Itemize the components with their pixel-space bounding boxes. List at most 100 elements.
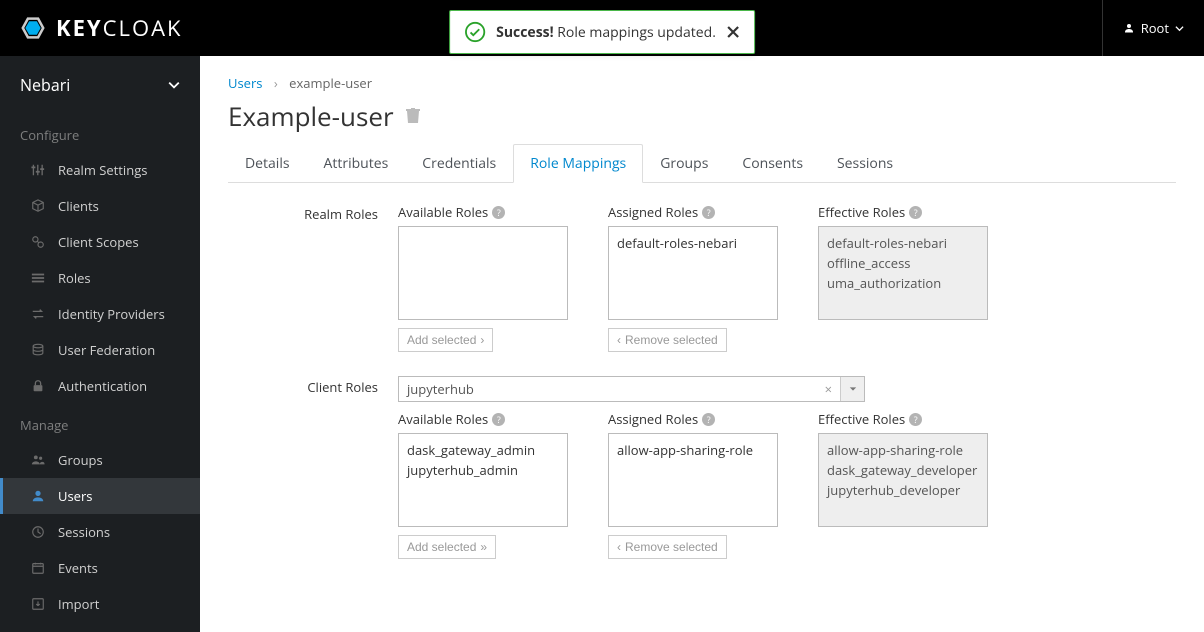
effective-roles-label: Effective Roles — [818, 203, 905, 221]
chevron-down-icon — [168, 79, 180, 91]
realm-selector[interactable]: Nebari — [0, 56, 200, 114]
database-icon — [30, 342, 46, 358]
main-content: Users › example-user Example-user Detail… — [200, 56, 1204, 632]
role-option[interactable]: jupyterhub_admin — [407, 460, 559, 480]
assigned-roles-label: Assigned Roles — [608, 203, 698, 221]
calendar-icon — [30, 560, 46, 576]
realm-available-roles-list[interactable] — [398, 226, 568, 320]
available-roles-label: Available Roles — [398, 203, 488, 221]
assigned-roles-label: Assigned Roles — [608, 410, 698, 428]
sidebar-item-users[interactable]: Users — [0, 478, 200, 514]
client-available-roles-list[interactable]: dask_gateway_adminjupyterhub_admin — [398, 433, 568, 527]
app-logo[interactable]: KEYCLOAK — [16, 11, 183, 45]
client-select-value: jupyterhub — [407, 380, 474, 398]
sidebar-item-clients[interactable]: Clients — [0, 188, 200, 224]
button-label: Remove selected — [625, 333, 718, 347]
sidebar-item-label: Identity Providers — [58, 305, 165, 323]
lock-icon — [30, 378, 46, 394]
realm-effective-roles-list: default-roles-nebarioffline_accessuma_au… — [818, 226, 988, 320]
client-select-clear-icon[interactable]: × — [825, 380, 832, 398]
help-icon[interactable]: ? — [702, 413, 715, 426]
import-icon — [30, 596, 46, 612]
chevron-left-icon: ‹ — [617, 333, 621, 347]
tab-sessions[interactable]: Sessions — [820, 144, 910, 183]
button-label: Remove selected — [625, 540, 718, 554]
tab-consents[interactable]: Consents — [725, 144, 820, 183]
brand-bold: KEY — [56, 13, 103, 43]
role-option[interactable]: allow-app-sharing-role — [617, 440, 769, 460]
sidebar: Nebari Configure Realm Settings Clients … — [0, 56, 200, 632]
sidebar-item-label: Groups — [58, 451, 103, 469]
help-icon[interactable]: ? — [492, 413, 505, 426]
help-icon[interactable]: ? — [909, 206, 922, 219]
success-check-icon — [464, 21, 486, 43]
help-icon[interactable]: ? — [702, 206, 715, 219]
delete-user-icon[interactable] — [406, 108, 420, 124]
toast-message: Role mappings updated. — [557, 23, 716, 42]
cube-icon — [30, 198, 46, 214]
page-title: Example-user — [228, 98, 1176, 134]
breadcrumb-separator: › — [274, 74, 278, 92]
remove-selected-realm-button[interactable]: ‹ Remove selected — [608, 328, 727, 352]
role-option: uma_authorization — [827, 273, 979, 293]
role-option[interactable]: default-roles-nebari — [617, 233, 769, 253]
toast-close-icon[interactable] — [726, 25, 740, 39]
scopes-icon — [30, 234, 46, 250]
role-option: offline_access — [827, 253, 979, 273]
toast-notification: Success! Role mappings updated. — [449, 10, 755, 54]
sidebar-header-manage: Manage — [0, 404, 200, 442]
client-select[interactable]: jupyterhub × — [398, 376, 865, 402]
tab-details[interactable]: Details — [228, 144, 307, 183]
chevron-down-icon — [1175, 24, 1184, 33]
sidebar-item-label: Events — [58, 559, 98, 577]
sidebar-item-export[interactable]: Export — [0, 622, 200, 632]
effective-roles-label: Effective Roles — [818, 410, 905, 428]
keycloak-icon — [16, 11, 50, 45]
user-menu-name: Root — [1141, 19, 1169, 37]
tab-attributes[interactable]: Attributes — [307, 144, 406, 183]
client-effective-roles-list: allow-app-sharing-roledask_gateway_devel… — [818, 433, 988, 527]
client-roles-label: Client Roles — [228, 376, 398, 559]
add-selected-client-button[interactable]: Add selected » — [398, 535, 496, 559]
realm-name: Nebari — [20, 74, 70, 96]
sidebar-item-label: Realm Settings — [58, 161, 147, 179]
sidebar-item-events[interactable]: Events — [0, 550, 200, 586]
sidebar-item-import[interactable]: Import — [0, 586, 200, 622]
sidebar-item-label: Import — [58, 595, 99, 613]
toast-title: Success! — [496, 23, 554, 42]
remove-selected-client-button[interactable]: ‹ Remove selected — [608, 535, 727, 559]
sidebar-item-client-scopes[interactable]: Client Scopes — [0, 224, 200, 260]
sidebar-item-label: Clients — [58, 197, 99, 215]
user-menu[interactable]: Root — [1102, 0, 1184, 56]
breadcrumb-root[interactable]: Users — [228, 74, 262, 92]
button-label: Add selected — [407, 333, 476, 347]
sidebar-item-identity-providers[interactable]: Identity Providers — [0, 296, 200, 332]
realm-assigned-roles-list[interactable]: default-roles-nebari — [608, 226, 778, 320]
sidebar-item-sessions[interactable]: Sessions — [0, 514, 200, 550]
sidebar-item-groups[interactable]: Groups — [0, 442, 200, 478]
sidebar-item-label: Roles — [58, 269, 91, 287]
role-option[interactable]: dask_gateway_admin — [407, 440, 559, 460]
add-selected-realm-button[interactable]: Add selected › — [398, 328, 493, 352]
breadcrumb: Users › example-user — [228, 74, 1176, 92]
client-assigned-roles-list[interactable]: allow-app-sharing-role — [608, 433, 778, 527]
users-icon — [30, 452, 46, 468]
sidebar-item-user-federation[interactable]: User Federation — [0, 332, 200, 368]
help-icon[interactable]: ? — [909, 413, 922, 426]
realm-roles-label: Realm Roles — [228, 203, 398, 352]
role-option: default-roles-nebari — [827, 233, 979, 253]
sliders-icon — [30, 162, 46, 178]
available-roles-label: Available Roles — [398, 410, 488, 428]
tab-credentials[interactable]: Credentials — [405, 144, 513, 183]
sidebar-item-label: Client Scopes — [58, 233, 139, 251]
sidebar-item-realm-settings[interactable]: Realm Settings — [0, 152, 200, 188]
tabs: Details Attributes Credentials Role Mapp… — [228, 144, 1176, 183]
sidebar-item-authentication[interactable]: Authentication — [0, 368, 200, 404]
help-icon[interactable]: ? — [492, 206, 505, 219]
sidebar-item-roles[interactable]: Roles — [0, 260, 200, 296]
client-select-caret-icon[interactable] — [840, 377, 864, 401]
tab-groups[interactable]: Groups — [643, 144, 725, 183]
tab-role-mappings[interactable]: Role Mappings — [513, 144, 643, 183]
page-title-text: Example-user — [228, 98, 394, 134]
breadcrumb-current: example-user — [289, 74, 372, 92]
